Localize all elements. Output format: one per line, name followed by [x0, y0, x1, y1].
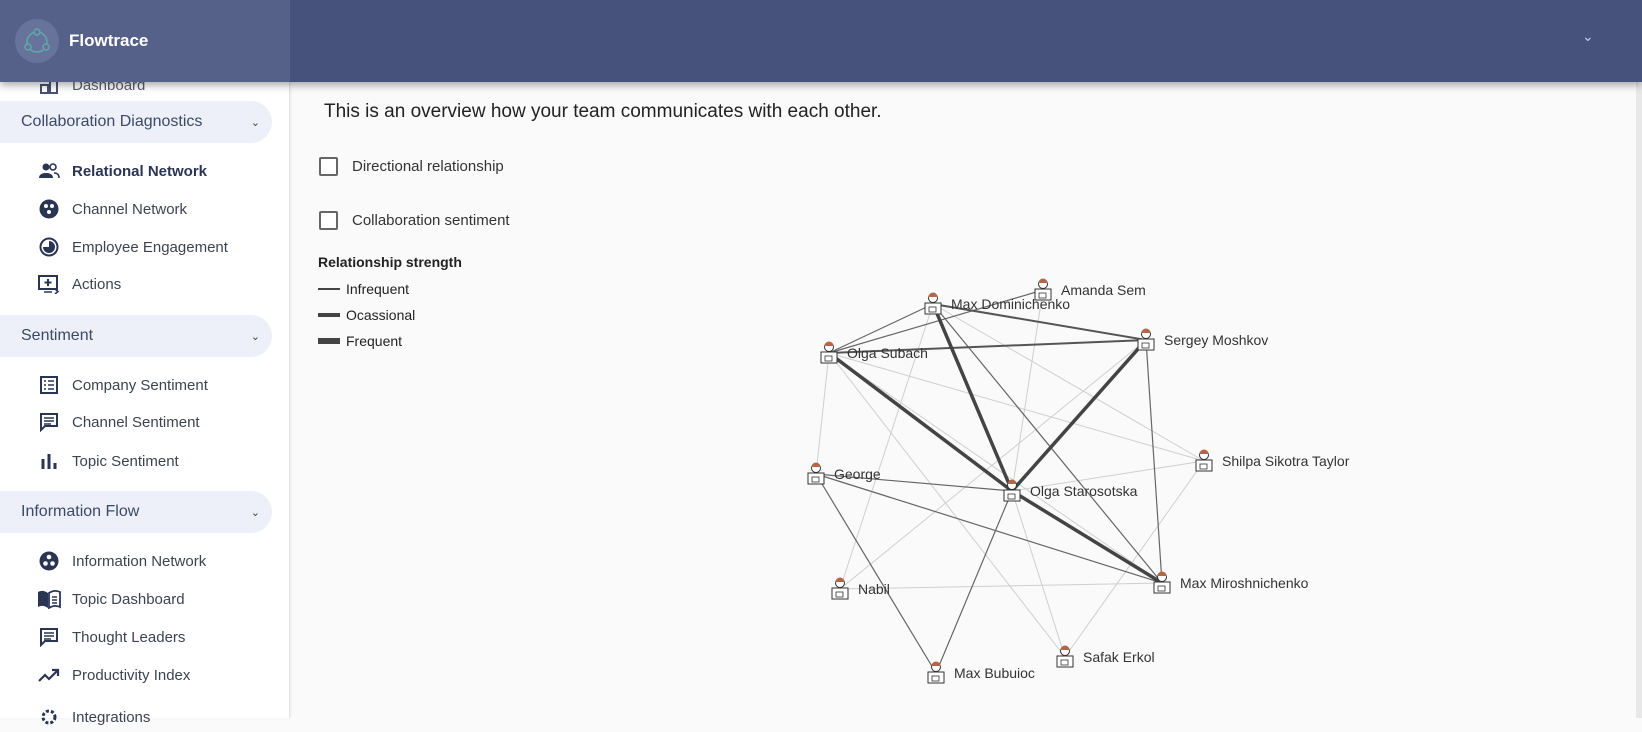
edge-faint	[1011, 490, 1066, 658]
edge-infrequent	[1145, 339, 1163, 584]
edge-faint	[828, 352, 1066, 658]
node-person[interactable]: Max Bubuioc	[927, 661, 1035, 684]
node-label: Max Miroshnichenko	[1180, 575, 1309, 591]
node-label: George	[834, 466, 881, 482]
person-icon	[831, 577, 849, 600]
node-person[interactable]: Safak Erkol	[1056, 645, 1155, 668]
app-name: Flowtrace	[69, 31, 149, 50]
page-scrollbar[interactable]	[1636, 82, 1642, 718]
collaboration-sentiment-checkbox[interactable]: Collaboration sentiment	[319, 211, 510, 230]
edge-infrequent	[815, 473, 937, 674]
account-chevron-down-icon[interactable]: ⌄	[1582, 28, 1594, 45]
legend-item-infrequent: Infrequent	[318, 276, 462, 302]
person-icon	[924, 292, 942, 315]
legend-item-occasional: Ocassional	[318, 302, 462, 328]
legend-item-frequent: Frequent	[318, 328, 462, 354]
person-icon	[1034, 278, 1052, 301]
checkbox-label: Collaboration sentiment	[352, 212, 510, 229]
node-person[interactable]: George	[807, 462, 881, 485]
person-icon	[1137, 328, 1155, 351]
node-label: Nabil	[858, 581, 890, 597]
edge-infrequent	[932, 303, 1163, 584]
person-icon	[807, 462, 825, 485]
edge-frequent	[1011, 489, 1163, 585]
node-person[interactable]: Shilpa Sikotra Taylor	[1195, 449, 1350, 472]
checkbox-label: Directional relationship	[352, 158, 504, 175]
node-label: Max Bubuioc	[954, 665, 1035, 681]
directional-relationship-checkbox[interactable]: Directional relationship	[319, 157, 504, 176]
node-label: Safak Erkol	[1083, 649, 1155, 665]
person-icon	[1195, 449, 1213, 472]
edge-infrequent	[935, 490, 1013, 674]
node-person[interactable]: Olga Subach	[820, 341, 928, 364]
edge-faint	[815, 352, 830, 475]
top-header: Flowtrace ⌄	[0, 0, 1642, 82]
relationship-strength-legend: Relationship strength Infrequent Ocassio…	[318, 254, 462, 354]
brand[interactable]: Flowtrace	[0, 0, 290, 82]
node-label: Sergey Moshkov	[1164, 332, 1268, 348]
person-icon	[1153, 571, 1171, 594]
node-label: Max Dominichenko	[951, 296, 1070, 312]
page-title: This is an overview how your team commun…	[324, 101, 882, 122]
node-label: Olga Subach	[847, 345, 928, 361]
node-person[interactable]: Nabil	[831, 577, 890, 600]
node-label: Shilpa Sikotra Taylor	[1222, 453, 1350, 469]
checkbox-box[interactable]	[319, 211, 338, 230]
node-person[interactable]: Max Miroshnichenko	[1153, 571, 1309, 594]
node-label: Olga Starosotska	[1030, 483, 1138, 499]
node-person[interactable]: Sergey Moshkov	[1137, 328, 1268, 351]
node-label: Amanda Sem	[1061, 282, 1146, 298]
flowtrace-logo-icon	[15, 19, 59, 63]
person-icon	[820, 341, 838, 364]
legend-title: Relationship strength	[318, 254, 462, 270]
checkbox-box[interactable]	[319, 157, 338, 176]
